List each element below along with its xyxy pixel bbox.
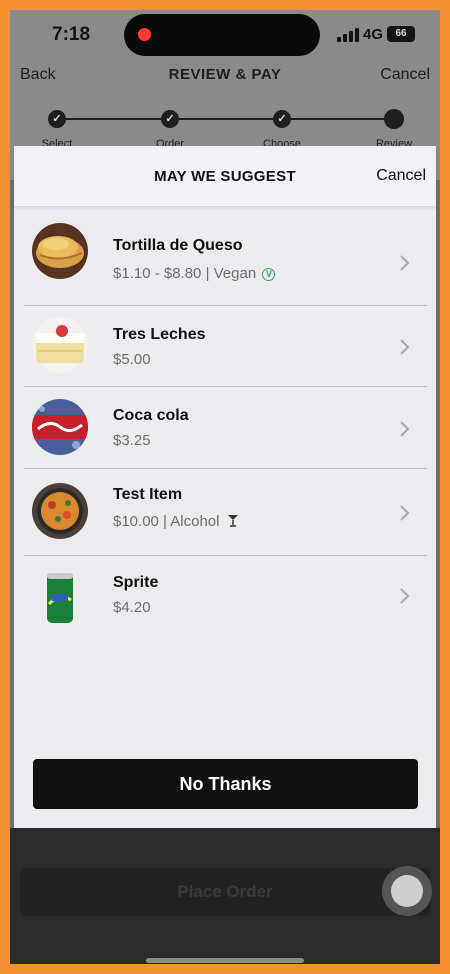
step-select-check-icon: ✓ <box>48 110 66 128</box>
sheet-header: MAY WE SUGGEST Cancel <box>14 146 436 206</box>
suggest-item-coca-cola[interactable]: Coca cola $3.25 <box>24 387 427 468</box>
chevron-right-icon <box>400 339 410 355</box>
item-name: Test Item <box>113 486 183 503</box>
cake-image <box>32 317 88 373</box>
item-name: Tres Leches <box>113 326 206 343</box>
phone-screen: 7:18 4G 66 REVIEW & PAY Back Cancel ✓ ✓ … <box>10 10 440 964</box>
home-indicator <box>146 958 304 963</box>
suggest-sheet: MAY WE SUGGEST Cancel Tortilla de Queso … <box>14 146 436 828</box>
page-title: REVIEW & PAY <box>168 66 282 83</box>
no-thanks-button[interactable]: No Thanks <box>33 759 418 809</box>
item-price: $1.10 - $8.80 | Vegan V <box>113 265 276 282</box>
step-choose-check-icon: ✓ <box>273 110 291 128</box>
stepper-track <box>57 118 395 120</box>
assistive-touch-icon[interactable] <box>382 866 432 916</box>
vegan-icon: V <box>262 268 276 281</box>
sprite-can-image <box>32 570 88 626</box>
recording-indicator-icon <box>138 28 151 41</box>
dynamic-island <box>124 14 320 56</box>
chevron-right-icon <box>400 505 410 521</box>
chevron-right-icon <box>400 421 410 437</box>
back-button[interactable]: Back <box>20 66 56 84</box>
nav-cancel-button[interactable]: Cancel <box>380 66 430 84</box>
paella-image <box>32 483 88 539</box>
place-order-button[interactable]: Place Order <box>20 868 430 916</box>
coca-cola-image <box>32 399 88 455</box>
step-review-current-icon <box>384 109 404 129</box>
chevron-right-icon <box>400 588 410 604</box>
item-price: $5.00 <box>113 351 151 368</box>
suggest-item-tres-leches[interactable]: Tres Leches $5.00 <box>24 306 427 386</box>
item-name: Coca cola <box>113 407 189 424</box>
item-price: $4.20 <box>113 599 151 616</box>
sheet-title: MAY WE SUGGEST <box>154 168 296 185</box>
step-order-check-icon: ✓ <box>161 110 179 128</box>
battery-icon: 66 <box>387 26 415 42</box>
chevron-right-icon <box>400 255 410 271</box>
sheet-cancel-button[interactable]: Cancel <box>376 167 426 185</box>
item-name: Tortilla de Queso <box>113 237 243 254</box>
signal-icon <box>337 28 359 42</box>
tortilla-image <box>32 223 88 279</box>
item-price: $10.00 | Alcohol <box>113 513 239 530</box>
suggest-item-tortilla-de-queso[interactable]: Tortilla de Queso $1.10 - $8.80 | Vegan … <box>24 221 427 305</box>
cocktail-icon <box>227 515 238 527</box>
item-name: Sprite <box>113 574 159 591</box>
status-time: 7:18 <box>52 24 91 45</box>
network-type: 4G <box>363 26 384 43</box>
suggest-item-test-item[interactable]: Test Item $10.00 | Alcohol <box>24 469 427 555</box>
suggest-item-sprite[interactable]: Sprite $4.20 <box>24 556 427 644</box>
item-price: $3.25 <box>113 432 151 449</box>
